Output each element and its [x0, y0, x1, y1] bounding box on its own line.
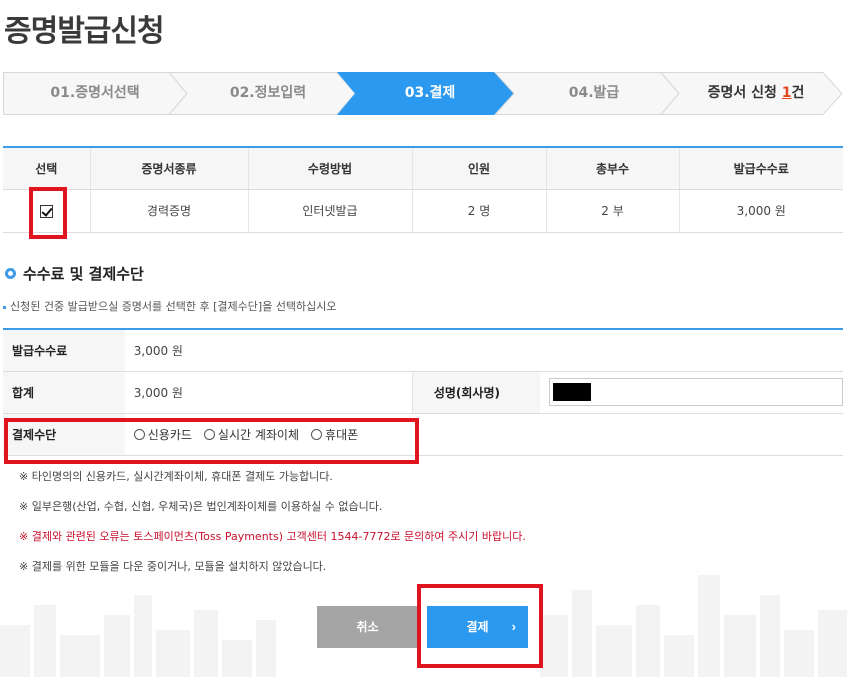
type-cell: 경력증명 — [90, 189, 249, 233]
radio-circle-icon[interactable] — [311, 428, 323, 440]
col-copies: 총부수 — [546, 147, 680, 190]
total-value: 3,000 원 — [124, 371, 413, 414]
note-4: ※ 결제를 위한 모듈을 다운 중이거나, 모듈을 설치하지 않았습니다. — [19, 560, 327, 573]
note-1: ※ 타인명의의 신용카드, 실시간계좌이체, 휴대폰 결제도 가능합니다. — [19, 470, 333, 483]
people-cell: 2 명 — [412, 189, 547, 233]
fee-cell: 3,000 원 — [679, 189, 843, 233]
select-cell — [3, 189, 91, 233]
copies-cell: 2 부 — [546, 189, 680, 233]
redacted-name — [553, 383, 591, 401]
step-1: 01.증명서선택 — [50, 85, 140, 101]
col-fee: 발급수수료 — [679, 147, 843, 190]
payment-method-radios: 신용카드 실시간 계좌이체 휴대폰 — [133, 426, 843, 443]
fee-value: 3,000 원 — [124, 329, 843, 372]
name-input[interactable] — [549, 378, 843, 406]
method-row: 결제수단 신용카드 실시간 계좌이체 휴대폰 — [3, 413, 843, 456]
table-header-row: 선택 증명서종류 수령방법 인원 총부수 발급수수료 — [3, 147, 843, 190]
radio-mobile[interactable]: 휴대폰 — [311, 426, 358, 443]
section-title: 수수료 및 결제수단 — [5, 263, 144, 284]
pay-button[interactable]: 결제 › — [427, 606, 528, 648]
total-label: 합계 — [3, 371, 125, 414]
name-cell — [540, 371, 843, 414]
method-cell: 신용카드 실시간 계좌이체 휴대폰 — [124, 413, 843, 456]
bullet-square-icon — [3, 305, 6, 309]
col-select: 선택 — [3, 147, 91, 190]
step-4: 04.발급 — [568, 85, 620, 101]
total-row: 합계 3,000 원 성명(회사명) — [3, 371, 843, 414]
radio-mobile-label: 휴대폰 — [325, 427, 359, 442]
table-row: 경력증명 인터넷발급 2 명 2 부 3,000 원 — [3, 189, 843, 233]
notice-text: 신청된 건중 발급받으실 증명서를 선택한 후 [결제수단]을 선택하십시오 — [10, 300, 337, 313]
page-title: 증명발급신청 — [4, 14, 165, 49]
chevron-right-icon: › — [511, 619, 516, 634]
step-2: 02.정보입력 — [229, 85, 307, 101]
payment-table: 발급수수료 3,000 원 합계 3,000 원 성명(회사명) 결제수단 신용… — [3, 328, 843, 456]
instruction-notice: 신청된 건중 발급받으실 증명서를 선택한 후 [결제수단]을 선택하십시오 — [3, 298, 337, 314]
name-label: 성명(회사명) — [412, 371, 540, 414]
radio-circle-icon[interactable] — [203, 428, 215, 440]
radio-bank-transfer[interactable]: 실시간 계좌이체 — [203, 426, 300, 443]
note-2: ※ 일부은행(산업, 수협, 신협, 우체국)은 법인계좌이체를 이용하실 수 … — [19, 500, 383, 513]
radio-credit-card-label: 신용카드 — [147, 427, 192, 442]
notes-list: ※ 타인명의의 신용카드, 실시간계좌이체, 휴대폰 결제도 가능합니다. ※ … — [19, 468, 526, 588]
certificate-list-table: 선택 증명서종류 수령방법 인원 총부수 발급수수료 경력증명 인터넷발급 2 … — [3, 146, 843, 233]
section-title-text: 수수료 및 결제수단 — [23, 265, 144, 283]
radio-bank-transfer-label: 실시간 계좌이체 — [217, 427, 300, 442]
note-3-warning: ※ 결제와 관련된 오류는 토스페이먼츠(Toss Payments) 고객센터… — [19, 530, 526, 543]
col-method: 수령방법 — [248, 147, 413, 190]
request-summary: 증명서 신청 1건 — [673, 72, 839, 115]
cancel-button[interactable]: 취소 — [317, 606, 418, 648]
summary-count: 1 — [781, 85, 792, 101]
step-3-active: 03.결제 — [404, 85, 456, 101]
method-cell: 인터넷발급 — [248, 189, 413, 233]
radio-credit-card[interactable]: 신용카드 — [133, 426, 192, 443]
pay-button-label: 결제 — [466, 620, 489, 634]
fee-row: 발급수수료 3,000 원 — [3, 329, 843, 372]
radio-circle-icon[interactable] — [133, 428, 145, 440]
summary-suffix: 건 — [791, 85, 805, 101]
select-checkbox[interactable] — [39, 204, 53, 218]
method-label: 결제수단 — [3, 413, 125, 456]
step-indicator: 01.증명서선택 02.정보입력 03.결제 04.발급 증명서 신청 1건 — [3, 72, 843, 115]
fee-label: 발급수수료 — [3, 329, 125, 372]
summary-prefix: 증명서 신청 — [707, 85, 782, 101]
bullet-circle-icon — [5, 268, 16, 279]
col-type: 증명서종류 — [90, 147, 249, 190]
col-people: 인원 — [412, 147, 547, 190]
